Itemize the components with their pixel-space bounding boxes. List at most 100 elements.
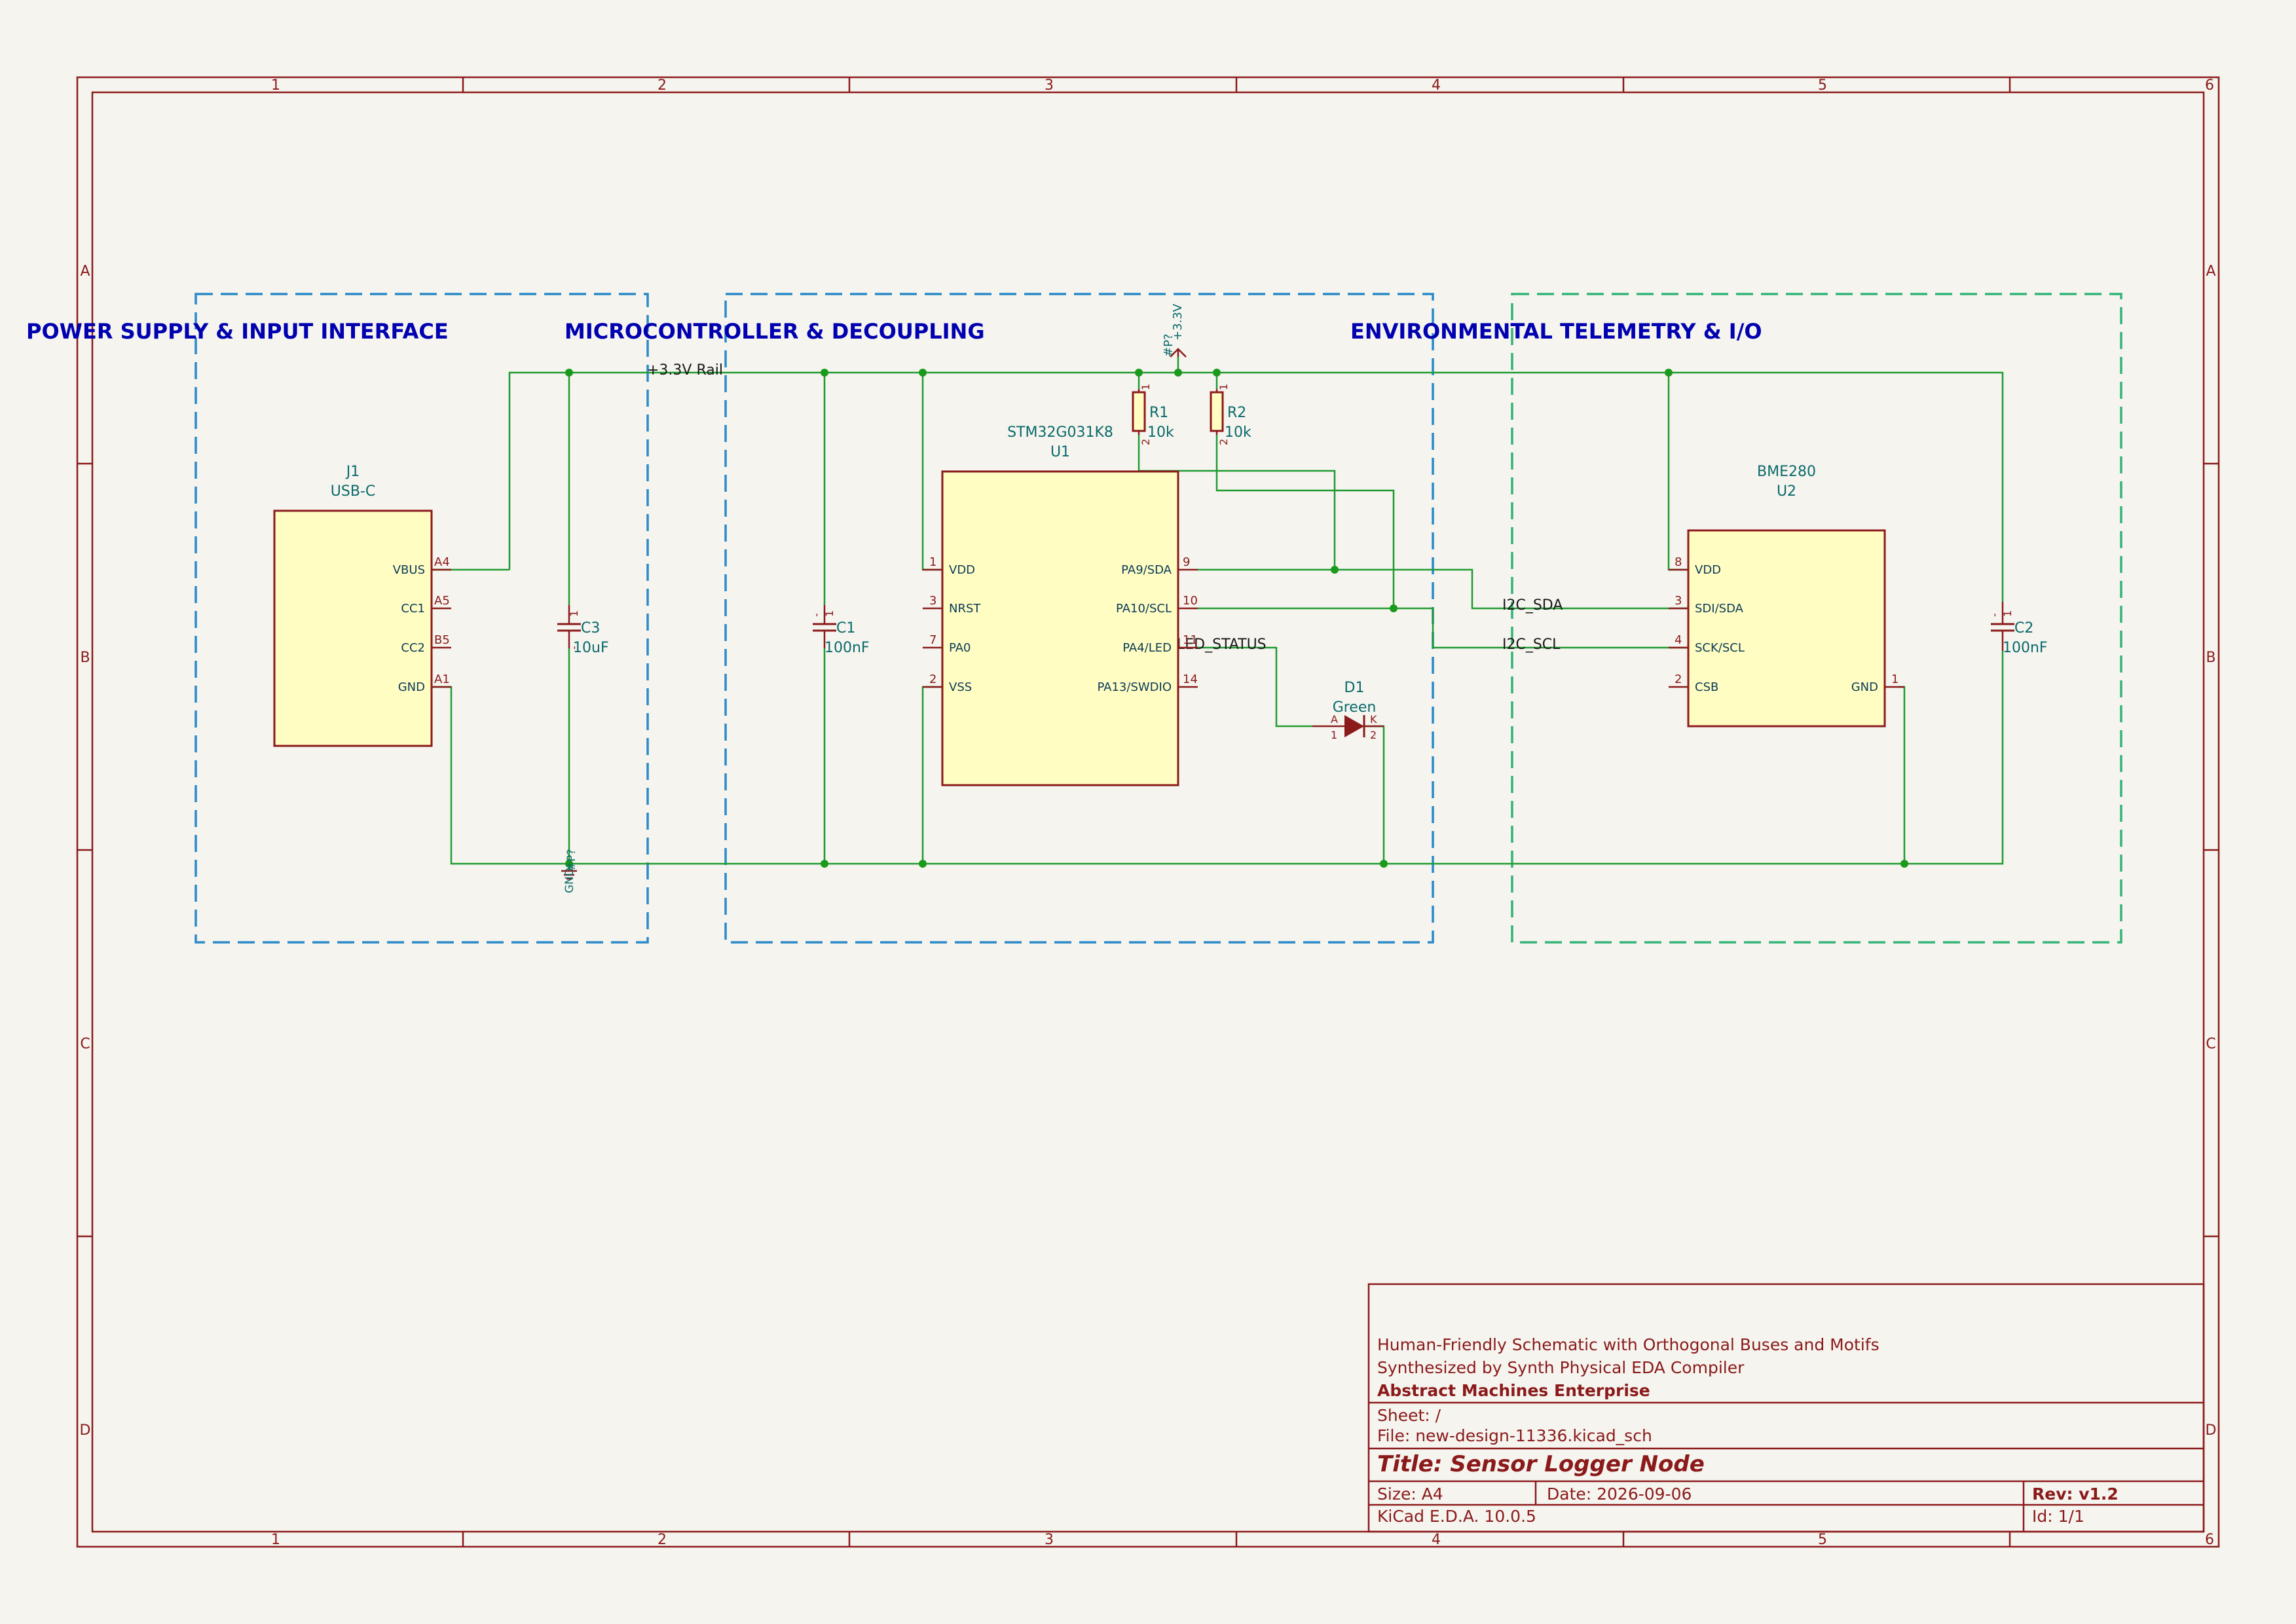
section-titles: POWER SUPPLY & INPUT INTERFACE MICROCONT… <box>26 319 1762 344</box>
d1-ref: D1 <box>1344 680 1365 696</box>
u1-pin-name: PA0 <box>949 641 971 655</box>
j1-pin-num: A1 <box>434 673 450 686</box>
row-label-right: A <box>2206 263 2215 280</box>
col-label-bottom: 2 <box>657 1532 667 1548</box>
u2-pin-num: 2 <box>1675 673 1682 686</box>
u1-pin-num: 7 <box>929 633 936 647</box>
col-label-bottom: 4 <box>1432 1532 1441 1548</box>
ic-u2-bme280[interactable]: BME280 U2 VDD SDI/SDA SCK/SCL CSB GND 8 … <box>1669 464 1904 728</box>
tb-comment-2: Synthesized by Synth Physical EDA Compil… <box>1377 1358 1745 1377</box>
row-label-right: D <box>2206 1422 2217 1439</box>
c3-pin1: 1 <box>568 610 580 617</box>
wire-d1-cathode <box>1358 725 1385 864</box>
connector-j1[interactable]: J1 USB-C VBUS CC1 CC2 GND A4 A5 B5 A1 <box>273 464 451 747</box>
u1-pin-name: PA4/LED <box>1122 641 1172 655</box>
u1-pin-name: PA10/SCL <box>1116 602 1172 616</box>
junction-dot <box>1213 369 1221 377</box>
u1-pin-name: NRST <box>949 602 981 616</box>
u2-pin-name: SDI/SDA <box>1695 602 1744 616</box>
wire-i2c-sda <box>1198 568 1688 610</box>
col-label-bottom: 1 <box>271 1532 280 1548</box>
col-label-top: 6 <box>2205 77 2214 94</box>
u2-pin-name: SCK/SCL <box>1695 641 1745 655</box>
tb-rev: Rev: v1.2 <box>2032 1485 2119 1504</box>
u1-pin-name: VSS <box>949 680 972 694</box>
u1-pin-num: 10 <box>1183 594 1198 608</box>
net-label-i2c-sda: I2C_SDA <box>1502 597 1563 614</box>
ic-u1-stm32[interactable]: STM32G031K8 U1 VDD NRST PA0 VSS PA9/SDA … <box>923 424 1198 786</box>
d1-pin1: 1 <box>1331 729 1337 741</box>
col-label-bottom: 3 <box>1045 1532 1054 1548</box>
led-d1[interactable]: D1 Green A K 1 2 <box>1312 680 1384 741</box>
j1-pin-num: A5 <box>434 594 450 608</box>
wire-i2c-scl <box>1198 607 1688 649</box>
junction-dot <box>565 369 573 377</box>
col-label-bottom: 5 <box>1818 1532 1827 1548</box>
tb-file: File: new-design-11336.kicad_sch <box>1377 1426 1652 1445</box>
row-label-left: B <box>80 650 90 666</box>
u2-value: BME280 <box>1757 464 1816 480</box>
u2-pin-num: 1 <box>1891 673 1898 686</box>
schematic-sheet: 1 2 3 4 5 6 1 2 3 4 5 6 A B C D A B C D … <box>26 76 2220 1548</box>
junction-dot <box>919 369 927 377</box>
gnd-symbol-label: GND <box>563 868 576 893</box>
wire-u1-vss <box>921 686 942 864</box>
c2-value: 100nF <box>2003 640 2048 656</box>
u2-pin-name: GND <box>1851 680 1878 694</box>
drawing-frame <box>76 76 2220 1548</box>
title-block: Human-Friendly Schematic with Orthogonal… <box>1367 1283 2205 1533</box>
c2-ref: C2 <box>2014 620 2033 637</box>
power-symbol-3v3: +3.3V #P? <box>1162 303 1187 358</box>
wire-r2-scl <box>1215 435 1395 608</box>
r1-value: 10k <box>1147 424 1174 441</box>
junction-dot <box>919 860 927 868</box>
tb-id: Id: 1/1 <box>2032 1507 2084 1526</box>
tb-tool: KiCad E.D.A. 10.0.5 <box>1377 1507 1536 1526</box>
junction-dot <box>1174 369 1182 377</box>
wire-led-status <box>1198 646 1312 728</box>
tb-comment-1: Human-Friendly Schematic with Orthogonal… <box>1377 1335 1879 1354</box>
u1-pin-num: 1 <box>929 555 936 569</box>
c2-pin2: - <box>1988 613 2001 617</box>
junction-dot <box>1135 369 1143 377</box>
gnd-symbol-ref: #P? <box>565 849 578 871</box>
power-section-title: POWER SUPPLY & INPUT INTERFACE <box>26 319 449 344</box>
frame-labels: 1 2 3 4 5 6 1 2 3 4 5 6 A B C D A B C D <box>80 77 2217 1548</box>
u1-pin-name: PA13/SWDIO <box>1097 680 1172 694</box>
r1-ref: R1 <box>1149 405 1168 421</box>
u1-pin-name: PA9/SDA <box>1121 563 1172 577</box>
c2-pin1: 1 <box>2001 610 2014 617</box>
junction-dot <box>821 369 828 377</box>
j1-pin-name: CC1 <box>401 602 425 616</box>
capacitor-c1[interactable]: 1 - C1 100nF <box>810 605 870 656</box>
u2-pin-name: VDD <box>1695 563 1721 577</box>
col-label-bottom: 6 <box>2205 1532 2214 1548</box>
tb-date: Date: 2026-09-06 <box>1547 1485 1692 1504</box>
col-label-top: 3 <box>1045 77 1054 94</box>
u2-ref: U2 <box>1777 483 1796 500</box>
r2-pin1: 1 <box>1217 384 1230 390</box>
r2-value: 10k <box>1225 424 1251 441</box>
u2-pin-num: 4 <box>1675 633 1682 647</box>
j1-pin-num: A4 <box>434 555 450 569</box>
j1-pin-name: VBUS <box>393 563 425 577</box>
capacitor-c3[interactable]: 1 - C3 10uF <box>557 605 609 656</box>
c3-value: 10uF <box>573 640 609 656</box>
junction-dot <box>1380 860 1388 868</box>
tb-company: Abstract Machines Enterprise <box>1377 1381 1650 1400</box>
env-section-title: ENVIRONMENTAL TELEMETRY & I/O <box>1350 319 1762 344</box>
d1-pin2: 2 <box>1370 729 1377 741</box>
u1-pin-num: 11 <box>1183 633 1198 647</box>
j1-value: USB-C <box>331 483 375 500</box>
row-label-left: A <box>80 263 90 280</box>
u1-pin-num: 9 <box>1183 555 1190 569</box>
net-label-3v3-rail: +3.3V Rail <box>647 362 723 378</box>
col-label-top: 4 <box>1432 77 1441 94</box>
j1-ref: J1 <box>345 464 360 480</box>
capacitor-c2[interactable]: 1 - C2 100nF <box>1988 602 2048 656</box>
u1-pin-num: 14 <box>1183 673 1198 686</box>
junction-dot <box>1665 369 1673 377</box>
u2-pin-num: 3 <box>1675 594 1682 608</box>
wire-u2-gnd <box>1898 686 1906 864</box>
row-label-right: C <box>2206 1036 2215 1052</box>
